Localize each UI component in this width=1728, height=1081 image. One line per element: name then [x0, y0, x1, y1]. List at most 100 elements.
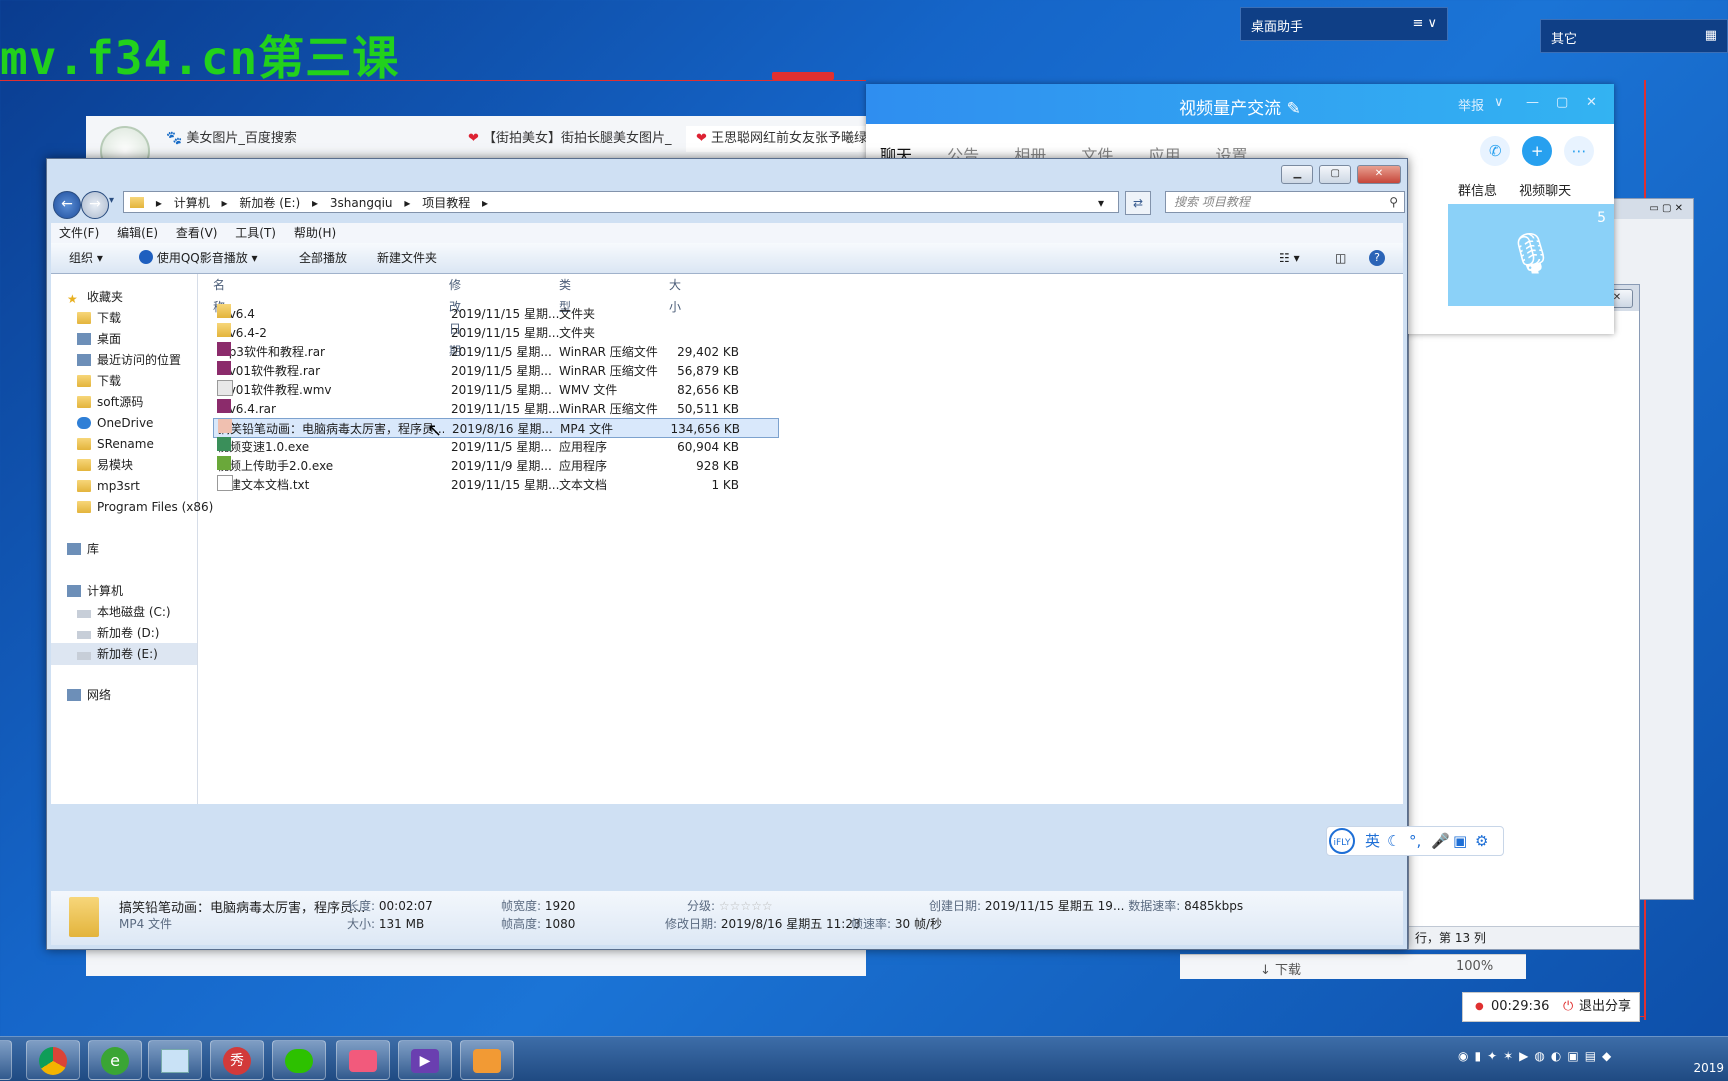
xiu-icon[interactable]: 秀	[210, 1040, 264, 1080]
punctuation-icon[interactable]: °,	[1409, 827, 1421, 855]
nav-item-desktop[interactable]: 桌面	[77, 328, 121, 350]
maximize-button[interactable]: ▢	[1319, 165, 1352, 184]
preview-pane-icon[interactable]: ◫	[1335, 243, 1346, 273]
chrome-icon[interactable]	[26, 1040, 80, 1080]
share-handle[interactable]	[772, 72, 834, 80]
breadcrumb-item[interactable]: 新加卷 (E:)	[239, 196, 300, 210]
nav-item-downloads-2[interactable]: 下载	[77, 370, 121, 392]
maximize-icon[interactable]: ▢	[1556, 95, 1568, 110]
nav-item-emodule[interactable]: 易模块	[77, 454, 133, 476]
edit-icon[interactable]: ✎	[1287, 99, 1301, 119]
help-icon[interactable]: ?	[1369, 250, 1385, 266]
view-options-icon[interactable]: ☷ ▾	[1279, 243, 1300, 273]
file-row[interactable]: mp3软件和教程.rar 2019/11/5 星期... WinRAR 压缩文件 29…	[213, 342, 779, 362]
voice-panel[interactable]: 🎙 5	[1448, 204, 1614, 306]
file-row[interactable]: mv6.4.rar 2019/11/15 星期... WinRAR 压缩文件 50,5…	[213, 399, 779, 419]
nav-item-computer[interactable]: 计算机	[67, 580, 123, 602]
toolbox-icon[interactable]	[460, 1040, 514, 1080]
refresh-icon[interactable]: ⇄	[1125, 191, 1151, 215]
nav-item-srename[interactable]: SRename	[77, 433, 154, 455]
address-bar[interactable]: ▸ 计算机 ▸ 新加卷 (E:) ▸ 3shangqiu ▸ 项目教程 ▸ ▾	[123, 191, 1119, 213]
tab-video-chat[interactable]: 视频聊天	[1519, 184, 1571, 199]
phone-icon[interactable]: ✆	[1480, 136, 1511, 166]
start-edge[interactable]	[0, 1040, 12, 1080]
nav-item-drive-d[interactable]: 新加卷 (D:)	[77, 622, 159, 644]
menu-file[interactable]: 文件(F)	[59, 226, 99, 240]
nav-item-recent-places[interactable]: 最近访问的位置	[77, 349, 181, 371]
back-arrow-icon[interactable]: ←	[53, 191, 81, 219]
browser-tab[interactable]: 🐾 美女图片_百度搜索	[156, 126, 438, 152]
minimize-button[interactable]: ▁	[1281, 165, 1314, 184]
nav-item-drive-c[interactable]: 本地磁盘 (C:)	[77, 601, 171, 623]
nav-item-mp3srt[interactable]: mp3srt	[77, 475, 140, 497]
lang-toggle[interactable]: 英	[1365, 827, 1380, 855]
chevron-down-icon[interactable]: ▾	[1098, 192, 1104, 214]
new-folder-button[interactable]: 新建文件夹	[377, 243, 437, 273]
nav-item-downloads[interactable]: 下载	[77, 307, 121, 329]
breadcrumb-item[interactable]: 3shangqiu	[330, 196, 393, 210]
chevron-right-icon[interactable]: ▸	[404, 196, 410, 210]
file-row[interactable]: mv6.4-2 2019/11/15 星期... 文件夹	[213, 323, 779, 343]
nav-item-libraries[interactable]: 库	[67, 538, 99, 560]
organize-button[interactable]: 组织 ▾	[69, 243, 103, 273]
gear-icon[interactable]: ⚙	[1475, 827, 1488, 855]
microphone-icon[interactable]: 🎤	[1431, 827, 1450, 855]
tab-group-info[interactable]: 群信息	[1458, 184, 1497, 199]
moon-icon[interactable]: ☾	[1387, 827, 1400, 855]
helper-menu-icon[interactable]: ≡ ∨	[1412, 16, 1437, 31]
rating-stars-icon[interactable]: ☆☆☆☆☆	[719, 899, 773, 913]
menu-help[interactable]: 帮助(H)	[294, 226, 336, 240]
file-row[interactable]: mv01软件教程.rar 2019/11/5 星期... WinRAR 压缩文件 56…	[213, 361, 779, 381]
video-editor-icon[interactable]: ▶	[398, 1040, 452, 1080]
nav-item-network[interactable]: 网络	[67, 684, 111, 706]
microphone-icon[interactable]: 🎙	[1506, 231, 1557, 277]
file-row[interactable]: 新建文本文档.txt 2019/11/15 星期... 文本文档 1 KB	[213, 475, 779, 495]
tray-date[interactable]: 2019	[1693, 1061, 1724, 1075]
nav-item-soft-source[interactable]: soft源码	[77, 391, 143, 413]
file-row[interactable]: mv01软件教程.wmv 2019/11/5 星期... WMV 文件 82,656 …	[213, 380, 779, 400]
desktop-helper[interactable]: 桌面助手 ≡ ∨	[1240, 7, 1448, 41]
video-chat-icon[interactable]	[336, 1040, 390, 1080]
ifly-input-toolbar[interactable]: iFLY 英 ☾ °, 🎤 ▣ ⚙	[1326, 826, 1504, 856]
clipboard-icon[interactable]: ▣	[1453, 827, 1467, 855]
download-icon[interactable]: ↓ 下载	[1260, 959, 1301, 978]
breadcrumb-item[interactable]: 计算机	[174, 196, 210, 210]
nav-item-onedrive[interactable]: OneDrive	[77, 412, 153, 434]
chevron-right-icon[interactable]: ▸	[156, 196, 162, 210]
browser-tab[interactable]: ❤ 【街拍美女】街拍长腿美女图片_	[458, 126, 688, 152]
notepad-icon[interactable]	[148, 1040, 202, 1080]
more-icon[interactable]: ⋯	[1564, 136, 1594, 166]
window-controls[interactable]: ▭ ▢ ✕	[1613, 199, 1693, 219]
file-row[interactable]: 视频变速1.0.exe 2019/11/5 星期... 应用程序 60,904 KB	[213, 437, 779, 457]
nav-item-program-files[interactable]: Program Files (x86)	[77, 496, 213, 518]
exit-share-button[interactable]: 退出分享	[1579, 993, 1631, 1021]
forward-arrow-icon[interactable]: →	[81, 191, 109, 219]
menu-view[interactable]: 查看(V)	[176, 226, 218, 240]
file-row[interactable]: 搞笑铅笔动画：电脑病毒太厉害，程序员... 2019/8/16 星期... MP4 …	[213, 418, 779, 438]
play-all-button[interactable]: 全部播放	[299, 243, 347, 273]
menu-edit[interactable]: 编辑(E)	[117, 226, 158, 240]
add-chat-icon[interactable]: +	[1522, 136, 1553, 166]
close-icon[interactable]: ✕	[1586, 95, 1597, 110]
ie-icon[interactable]: e	[88, 1040, 142, 1080]
close-button[interactable]: ✕	[1357, 165, 1401, 184]
file-row[interactable]: 视频上传助手2.0.exe 2019/11/9 星期... 应用程序 928 KB	[213, 456, 779, 476]
chevron-right-icon[interactable]: ▸	[222, 196, 228, 210]
chevron-right-icon[interactable]: ▸	[312, 196, 318, 210]
breadcrumb-item[interactable]: 项目教程	[422, 196, 470, 210]
menu-tools[interactable]: 工具(T)	[235, 226, 276, 240]
report-link[interactable]: 举报	[1458, 95, 1484, 114]
nav-item-drive-e[interactable]: 新加卷 (E:)	[51, 643, 197, 665]
search-input[interactable]: 搜索 项目教程 ⚲	[1165, 191, 1405, 213]
history-dropdown-icon[interactable]: ▾	[109, 195, 114, 206]
zoom-level[interactable]: 100%	[1456, 959, 1493, 974]
file-row[interactable]: mv6.4 2019/11/15 星期... 文件夹	[213, 304, 779, 324]
nav-item-favorites[interactable]: ★ 收藏夹	[67, 286, 123, 308]
chevron-right-icon[interactable]: ▸	[482, 196, 488, 210]
play-qq-button[interactable]: 使用QQ影音播放 ▾	[139, 243, 258, 273]
desktop-other-panel[interactable]: 其它 ▦	[1540, 19, 1728, 53]
wechat-icon[interactable]	[272, 1040, 326, 1080]
search-icon[interactable]: ⚲	[1389, 192, 1398, 212]
chevron-down-icon[interactable]: ∨	[1494, 95, 1504, 110]
tray-icons[interactable]: ◉▮✦✶▶◍◐▣▤◆	[1458, 1049, 1617, 1063]
